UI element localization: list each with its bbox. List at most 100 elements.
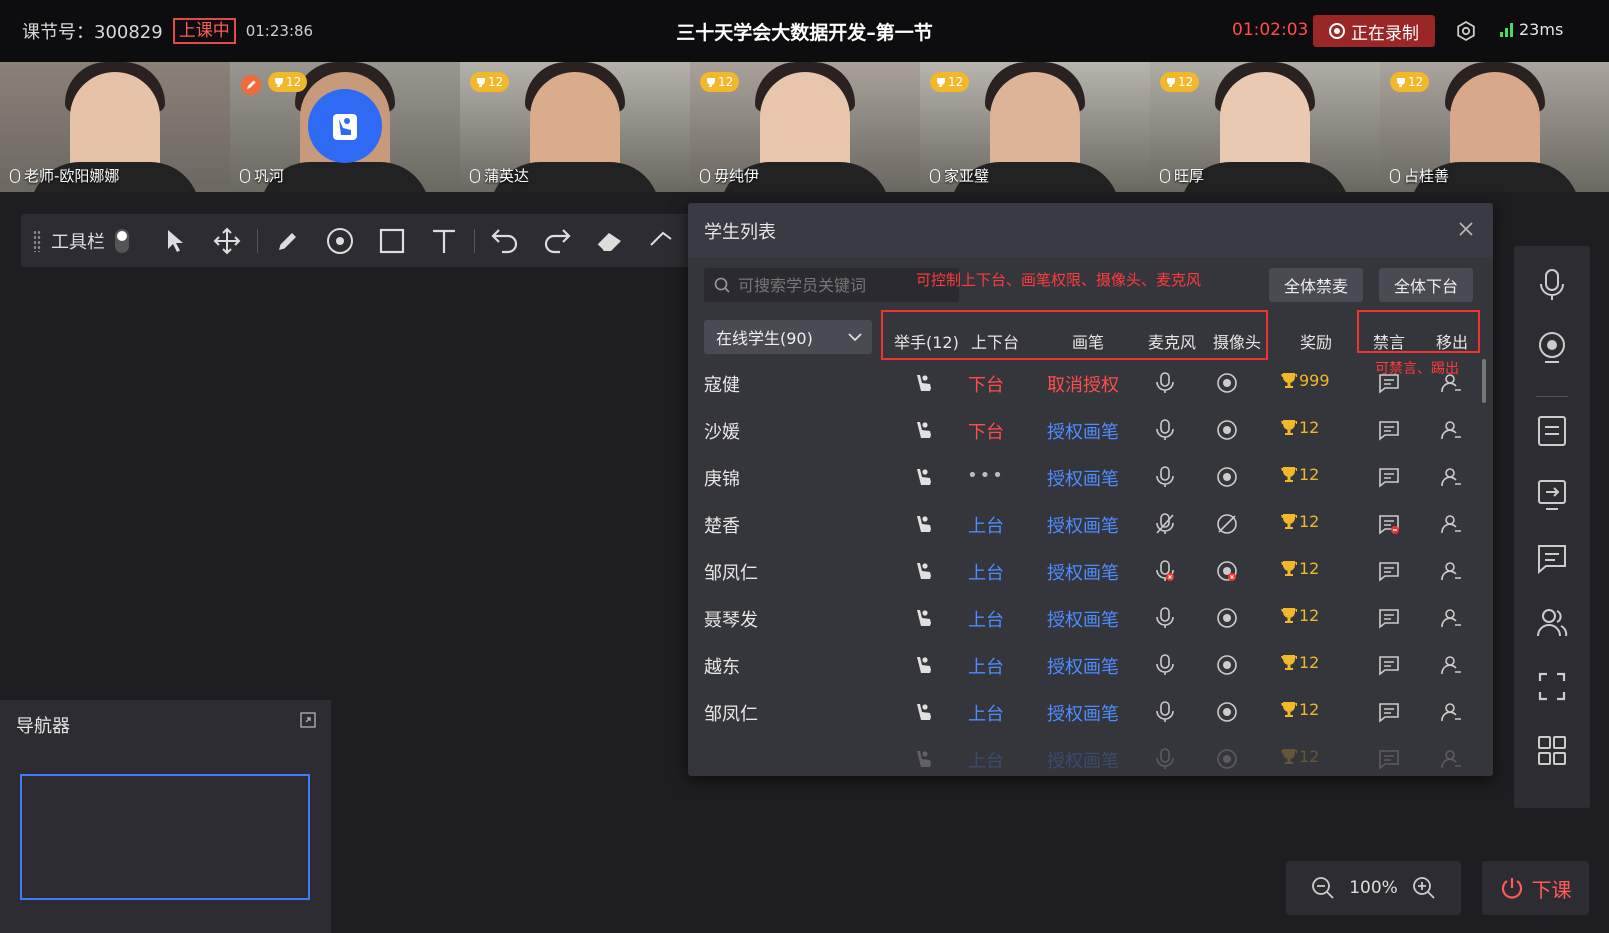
microphone-icon[interactable]: [1536, 268, 1568, 302]
chat-icon[interactable]: [1378, 560, 1400, 582]
chat-icon[interactable]: [1378, 748, 1400, 770]
chat-icon[interactable]: [1536, 542, 1568, 576]
camera-icon[interactable]: [1216, 701, 1238, 723]
pen-permission-button[interactable]: 授权画笔: [1033, 418, 1133, 444]
remove-user-icon[interactable]: [1440, 654, 1462, 676]
video-tile[interactable]: 老师-欧阳娜娜: [0, 62, 230, 192]
expand-icon[interactable]: [300, 712, 316, 728]
mic-icon[interactable]: [1154, 653, 1176, 677]
video-tile[interactable]: 12 家亚璧: [920, 62, 1150, 192]
stage-toggle-button[interactable]: 上台: [956, 747, 1016, 773]
camera-icon[interactable]: [1536, 330, 1568, 364]
mic-icon[interactable]: [1154, 606, 1176, 630]
navigator-viewport[interactable]: [20, 774, 310, 900]
mute-all-button[interactable]: 全体禁麦: [1269, 268, 1363, 302]
remove-user-icon[interactable]: [1440, 372, 1462, 394]
pen-permission-button[interactable]: 授权画笔: [1033, 747, 1133, 773]
pen-permission-button[interactable]: 授权画笔: [1033, 653, 1133, 679]
undo-tool[interactable]: [479, 221, 531, 261]
remove-user-icon[interactable]: [1440, 560, 1462, 582]
mic-icon[interactable]: [1154, 418, 1176, 442]
camera-icon[interactable]: [1216, 654, 1238, 676]
pen-permission-button[interactable]: 授权画笔: [1033, 559, 1133, 585]
chat-icon[interactable]: [1378, 654, 1400, 676]
students-icon[interactable]: [1536, 606, 1568, 640]
all-off-stage-button[interactable]: 全体下台: [1379, 268, 1473, 302]
reward-button[interactable]: 12: [1281, 700, 1319, 719]
reward-button[interactable]: 12: [1281, 512, 1319, 531]
raise-hand-icon[interactable]: [913, 560, 935, 582]
recording-button[interactable]: 正在录制: [1313, 15, 1435, 47]
mic-off-icon[interactable]: [1154, 512, 1176, 536]
stage-toggle-button[interactable]: •••: [956, 465, 1016, 486]
stage-toggle-button[interactable]: 上台: [956, 700, 1016, 726]
close-icon[interactable]: [1458, 221, 1474, 237]
search-input[interactable]: [738, 275, 938, 295]
reward-button[interactable]: 12: [1281, 559, 1319, 578]
shape-tool[interactable]: [366, 221, 418, 261]
mic-icon[interactable]: [1154, 371, 1176, 395]
raise-hand-icon[interactable]: [913, 419, 935, 441]
clear-tool[interactable]: [635, 221, 687, 261]
end-class-button[interactable]: 下课: [1482, 861, 1589, 915]
raise-hand-icon[interactable]: [913, 513, 935, 535]
camera-icon[interactable]: [1216, 466, 1238, 488]
stage-toggle-button[interactable]: 下台: [956, 418, 1016, 444]
remove-user-icon[interactable]: [1440, 701, 1462, 723]
scrollbar[interactable]: [1482, 359, 1486, 403]
mic-error-icon[interactable]: [1154, 559, 1176, 583]
pen-permission-button[interactable]: 授权画笔: [1033, 606, 1133, 632]
remove-user-icon[interactable]: [1440, 607, 1462, 629]
mic-icon[interactable]: [1154, 465, 1176, 489]
chat-icon[interactable]: [1378, 607, 1400, 629]
apps-grid-icon[interactable]: [1536, 734, 1568, 768]
camera-error-icon[interactable]: [1216, 560, 1238, 582]
reward-button[interactable]: 12: [1281, 747, 1319, 766]
reward-button[interactable]: 12: [1281, 418, 1319, 437]
reward-button[interactable]: 999: [1281, 371, 1330, 390]
camera-icon[interactable]: [1216, 372, 1238, 394]
camera-off-icon[interactable]: [1216, 513, 1238, 535]
drag-handle[interactable]: [33, 229, 41, 252]
camera-icon[interactable]: [1216, 419, 1238, 441]
remove-user-icon[interactable]: [1440, 748, 1462, 770]
stage-toggle-button[interactable]: 上台: [956, 606, 1016, 632]
redo-tool[interactable]: [531, 221, 583, 261]
camera-icon[interactable]: [1216, 607, 1238, 629]
remove-user-icon[interactable]: [1440, 419, 1462, 441]
toolbar-toggle[interactable]: [115, 228, 129, 253]
video-tile[interactable]: 12 毋纯伊: [690, 62, 920, 192]
raise-hand-icon[interactable]: [913, 748, 935, 770]
stage-toggle-button[interactable]: 上台: [956, 512, 1016, 538]
video-tile[interactable]: 12 蒲英达: [460, 62, 690, 192]
stage-toggle-button[interactable]: 上台: [956, 653, 1016, 679]
eraser-tool[interactable]: [583, 221, 635, 261]
mic-icon[interactable]: [1154, 747, 1176, 771]
screen-share-icon[interactable]: [1536, 478, 1568, 512]
fullscreen-icon[interactable]: [1536, 670, 1568, 704]
settings-icon[interactable]: [1455, 20, 1477, 42]
zoom-out-icon[interactable]: [1311, 876, 1335, 900]
reward-button[interactable]: 12: [1281, 606, 1319, 625]
video-tile[interactable]: 12 占桂善: [1380, 62, 1609, 192]
mic-icon[interactable]: [1154, 700, 1176, 724]
raise-hand-icon[interactable]: [913, 466, 935, 488]
chat-icon[interactable]: [1378, 419, 1400, 441]
camera-icon[interactable]: [1216, 748, 1238, 770]
chat-icon[interactable]: [1378, 466, 1400, 488]
remove-user-icon[interactable]: [1440, 513, 1462, 535]
chat-icon[interactable]: [1378, 701, 1400, 723]
stage-toggle-button[interactable]: 上台: [956, 559, 1016, 585]
pen-permission-button[interactable]: 授权画笔: [1033, 700, 1133, 726]
pen-tool[interactable]: [262, 221, 314, 261]
pen-permission-button[interactable]: 取消授权: [1033, 371, 1133, 397]
reward-button[interactable]: 12: [1281, 653, 1319, 672]
raise-hand-icon[interactable]: [913, 607, 935, 629]
pen-permission-button[interactable]: 授权画笔: [1033, 465, 1133, 491]
chat-icon[interactable]: [1378, 372, 1400, 394]
raise-hand-icon[interactable]: [913, 372, 935, 394]
video-tile[interactable]: 12 旺厚: [1150, 62, 1380, 192]
move-tool[interactable]: [201, 221, 253, 261]
chat-muted-icon[interactable]: [1378, 513, 1400, 535]
text-tool[interactable]: [418, 221, 470, 261]
